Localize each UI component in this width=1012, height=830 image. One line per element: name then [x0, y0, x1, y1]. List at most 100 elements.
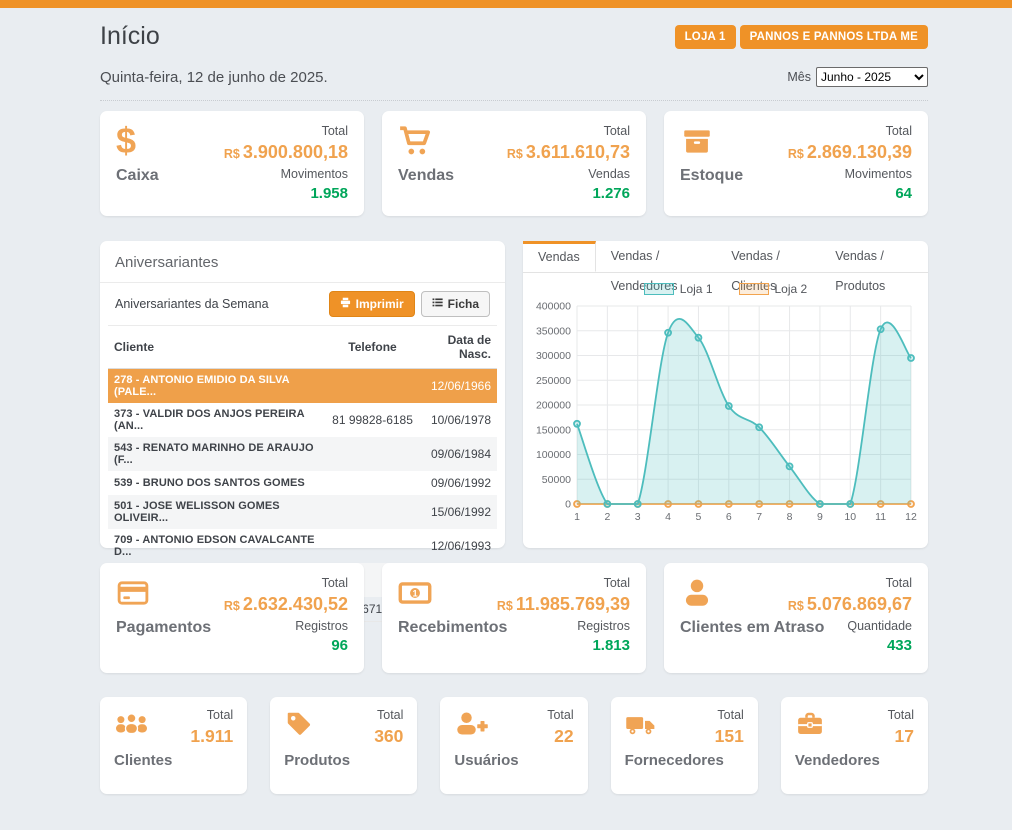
loja1-swatch	[644, 283, 674, 295]
svg-text:3: 3	[635, 511, 641, 523]
page-title: Início	[100, 22, 160, 51]
sub-label: Movimentos	[224, 166, 348, 183]
stat-card-estoque: Estoque Total R$2.869.130,39 Movimentos …	[664, 111, 928, 216]
total-label: Total	[788, 575, 912, 592]
svg-text:400000: 400000	[536, 301, 571, 313]
users-icon	[114, 709, 149, 739]
stat-label: Vendas	[398, 167, 454, 185]
svg-text:0: 0	[565, 499, 571, 511]
svg-text:200000: 200000	[536, 400, 571, 412]
month-label: Mês	[787, 70, 811, 84]
tab-vendas-clientes[interactable]: Vendas / Clientes	[716, 241, 820, 272]
stat-card-pagamentos: Pagamentos Total R$2.632.430,52 Registro…	[100, 563, 364, 673]
table-row[interactable]: 501 - JOSE WELISSON GOMES OLIVEIR... 15/…	[108, 495, 497, 529]
user-plus-icon	[454, 709, 489, 739]
svg-text:4: 4	[665, 511, 671, 523]
money-bill-icon: 1	[398, 576, 432, 614]
loja2-swatch	[739, 283, 769, 295]
count-card-produtos: Total 360 Produtos	[270, 697, 417, 794]
tab-vendas-produtos[interactable]: Vendas / Produtos	[820, 241, 928, 272]
month-select[interactable]: Junho - 2025	[816, 67, 928, 87]
top-accent-bar	[0, 0, 1012, 8]
sales-chart: 0500001000001500002000002500003000003500…	[531, 296, 919, 536]
birthdays-subtitle: Aniversariantes da Semana	[115, 297, 269, 311]
stat-label: Caixa	[116, 167, 159, 185]
sub-value: 1.958	[224, 183, 348, 204]
sub-value: 1.813	[497, 635, 630, 656]
date-row: Quinta-feira, 12 de junho de 2025. Mês J…	[100, 67, 928, 101]
svg-text:300000: 300000	[536, 350, 571, 362]
sub-value: 64	[788, 183, 912, 204]
total-label: Total	[547, 707, 573, 724]
total-label: Total	[224, 575, 348, 592]
table-row[interactable]: 278 - ANTONIO EMIDIO DA SILVA (PALE... 1…	[108, 369, 497, 404]
svg-text:6: 6	[726, 511, 732, 523]
company-button[interactable]: PANNOS E PANNOS LTDA ME	[740, 25, 928, 49]
sub-label: Registros	[224, 618, 348, 635]
table-row[interactable]: 539 - BRUNO DOS SANTOS GOMES 09/06/1992	[108, 471, 497, 495]
svg-text:250000: 250000	[536, 375, 571, 387]
stat-label: Recebimentos	[398, 619, 507, 637]
stat-card-caixa: $ Caixa Total R$3.900.800,18 Movimentos …	[100, 111, 364, 216]
dashboard: Início LOJA 1 PANNOS E PANNOS LTDA ME Qu…	[100, 8, 928, 794]
printer-icon	[340, 297, 351, 311]
stat-card-clientes-atraso: Clientes em Atraso Total R$5.076.869,67 …	[664, 563, 928, 673]
count-card-usuarios: Total 22 Usuários	[440, 697, 587, 794]
stat-card-vendas: Vendas Total R$3.611.610,73 Vendas 1.276	[382, 111, 646, 216]
sub-value: 96	[224, 635, 348, 656]
svg-text:7: 7	[756, 511, 762, 523]
sub-value: 433	[788, 635, 912, 656]
count-card-clientes: Total 1.911 Clientes	[100, 697, 247, 794]
legend-loja2[interactable]: Loja 2	[739, 282, 808, 296]
store-button[interactable]: LOJA 1	[675, 25, 736, 49]
svg-text:1: 1	[412, 588, 417, 598]
count-value: 22	[547, 724, 573, 748]
total-value: R$2.632.430,52	[224, 592, 348, 618]
col-birth: Data de Nasc.	[423, 326, 497, 369]
col-phone: Telefone	[322, 326, 423, 369]
svg-text:12: 12	[905, 511, 917, 523]
count-label: Fornecedores	[625, 752, 724, 769]
count-card-fornecedores: Total 151 Fornecedores	[611, 697, 758, 794]
svg-text:10: 10	[844, 511, 856, 523]
stat-label: Estoque	[680, 167, 743, 185]
count-value: 1.911	[190, 724, 233, 748]
total-label: Total	[507, 123, 630, 140]
dollar-icon: $	[116, 124, 136, 162]
total-label: Total	[374, 707, 403, 724]
total-label: Total	[715, 707, 744, 724]
svg-text:8: 8	[787, 511, 793, 523]
table-row[interactable]: 543 - RENATO MARINHO DE ARAUJO (F... 09/…	[108, 437, 497, 471]
print-button[interactable]: Imprimir	[329, 291, 415, 317]
list-icon	[432, 297, 443, 311]
total-value: R$11.985.769,39	[497, 592, 630, 618]
sales-chart-card: Vendas Vendas / Vendedores Vendas / Clie…	[523, 241, 928, 548]
total-value: R$3.611.610,73	[507, 140, 630, 166]
current-date: Quinta-feira, 12 de junho de 2025.	[100, 69, 328, 86]
svg-text:2: 2	[604, 511, 610, 523]
tab-vendas-vendedores[interactable]: Vendas / Vendedores	[596, 241, 716, 272]
table-row[interactable]: 373 - VALDIR DOS ANJOS PEREIRA (AN... 81…	[108, 403, 497, 437]
total-label: Total	[888, 707, 914, 724]
ficha-button[interactable]: Ficha	[421, 291, 490, 317]
table-row[interactable]: 709 - ANTONIO EDSON CAVALCANTE D... 12/0…	[108, 529, 497, 563]
chart-tabs: Vendas Vendas / Vendedores Vendas / Clie…	[523, 241, 928, 273]
svg-text:9: 9	[817, 511, 823, 523]
tab-vendas[interactable]: Vendas	[523, 241, 596, 272]
col-client: Cliente	[108, 326, 322, 369]
svg-text:350000: 350000	[536, 325, 571, 337]
sub-value: 1.276	[507, 183, 630, 204]
svg-text:5: 5	[696, 511, 702, 523]
total-label: Total	[788, 123, 912, 140]
total-label: Total	[190, 707, 233, 724]
sub-label: Quantidade	[788, 618, 912, 635]
count-label: Vendedores	[795, 752, 880, 769]
legend-loja1[interactable]: Loja 1	[644, 282, 713, 296]
archive-icon	[680, 124, 714, 162]
count-label: Usuários	[454, 752, 518, 769]
birthdays-card: Aniversariantes Aniversariantes da Seman…	[100, 241, 505, 548]
total-value: R$5.076.869,67	[788, 592, 912, 618]
briefcase-icon	[795, 709, 825, 739]
count-value: 151	[715, 724, 744, 748]
user-icon	[680, 576, 714, 614]
